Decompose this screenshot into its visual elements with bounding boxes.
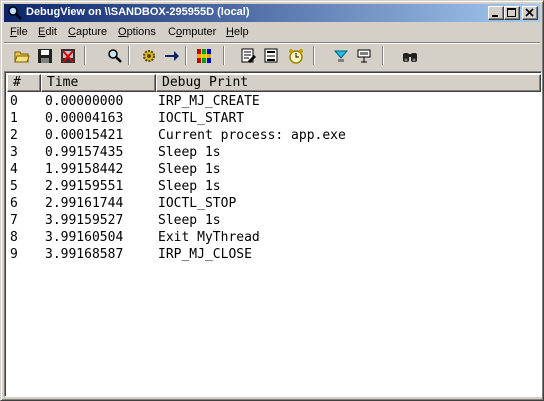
- magnifier-icon: [8, 6, 22, 20]
- find-binoculars-icon: [403, 53, 417, 62]
- row-debug-print: IOCTL_START: [158, 111, 245, 126]
- autoscroll-arrow-icon: [165, 51, 179, 61]
- row-debug-print: Sleep 1s: [158, 162, 221, 177]
- row-time: 2.99161744: [45, 196, 124, 211]
- list-header: # Time Debug Print: [7, 74, 541, 92]
- maximize-icon: [507, 8, 516, 17]
- menu-computer[interactable]: Computer: [168, 26, 216, 38]
- table-row[interactable]: 6 2.99161744 IOCTL_STOP: [7, 195, 541, 212]
- toolbar-separator: [128, 46, 130, 65]
- table-row[interactable]: 4 1.99158442 Sleep 1s: [7, 161, 541, 178]
- save-icon: [38, 49, 52, 63]
- toolbar-separator: [84, 46, 86, 65]
- toolbar-separator: [313, 46, 315, 65]
- row-time: 3.99168587: [45, 247, 124, 262]
- row-number: 8: [10, 230, 18, 245]
- row-debug-print: Exit MyThread: [158, 230, 260, 245]
- row-number: 9: [10, 247, 18, 262]
- capture-win32-icon: [197, 49, 211, 63]
- close-button[interactable]: [522, 6, 538, 20]
- find-button[interactable]: [399, 45, 421, 67]
- row-debug-print: IRP_MJ_CLOSE: [158, 247, 252, 262]
- clear-display-icon: [61, 49, 75, 63]
- toolbar-separator: [382, 46, 384, 65]
- highlight-button[interactable]: [238, 45, 260, 67]
- row-time: 3.99159527: [45, 213, 124, 228]
- row-number: 4: [10, 162, 18, 177]
- column-header-number[interactable]: #: [7, 74, 41, 92]
- row-number: 2: [10, 128, 18, 143]
- maximize-button[interactable]: [504, 6, 520, 20]
- row-time: 2.99159551: [45, 179, 124, 194]
- menu-file[interactable]: File: [10, 26, 28, 38]
- open-folder-icon: [14, 51, 30, 63]
- save-button[interactable]: [34, 45, 56, 67]
- row-time: 0.99157435: [45, 145, 124, 160]
- minimize-button[interactable]: [488, 6, 504, 20]
- capture-kernel-button[interactable]: [138, 45, 160, 67]
- table-row[interactable]: 1 0.00004163 IOCTL_START: [7, 110, 541, 127]
- title-bar[interactable]: DebugView on \\SANDBOX-295955D (local): [4, 4, 540, 22]
- row-number: 1: [10, 111, 18, 126]
- autoscroll-button[interactable]: [161, 45, 183, 67]
- row-number: 7: [10, 213, 18, 228]
- open-button[interactable]: [11, 45, 33, 67]
- minimize-icon: [492, 15, 498, 17]
- table-row[interactable]: 7 3.99159527 Sleep 1s: [7, 212, 541, 229]
- row-number: 0: [10, 94, 18, 109]
- row-number: 5: [10, 179, 18, 194]
- row-debug-print: Sleep 1s: [158, 213, 221, 228]
- table-row[interactable]: 9 3.99168587 IRP_MJ_CLOSE: [7, 246, 541, 263]
- menu-bar: File Edit Capture Options Computer Help: [4, 23, 540, 42]
- clock-time-button[interactable]: [285, 45, 307, 67]
- row-debug-print: IOCTL_STOP: [158, 196, 237, 211]
- table-row[interactable]: 3 0.99157435 Sleep 1s: [7, 144, 541, 161]
- connect-button[interactable]: [353, 45, 375, 67]
- column-header-time[interactable]: Time: [41, 74, 156, 92]
- row-time: 0.00015421: [45, 128, 124, 143]
- highlight-icon: [241, 48, 256, 63]
- row-time: 3.99160504: [45, 230, 124, 245]
- table-row[interactable]: 8 3.99160504 Exit MyThread: [7, 229, 541, 246]
- table-row[interactable]: 5 2.99159551 Sleep 1s: [7, 178, 541, 195]
- menu-capture[interactable]: Capture: [68, 26, 107, 38]
- filter-icon: [264, 48, 278, 63]
- capture-kernel-gear-icon: [143, 50, 155, 62]
- row-debug-print: Current process: app.exe: [158, 128, 346, 143]
- table-row[interactable]: 0 0.00000000 IRP_MJ_CREATE: [7, 93, 541, 110]
- table-row[interactable]: 2 0.00015421 Current process: app.exe: [7, 127, 541, 144]
- row-number: 6: [10, 196, 18, 211]
- debug-output-list[interactable]: # Time Debug Print 0 0.00000000 IRP_MJ_CRE…: [4, 71, 542, 397]
- row-time: 0.00000000: [45, 94, 124, 109]
- row-debug-print: Sleep 1s: [158, 145, 221, 160]
- row-debug-print: Sleep 1s: [158, 179, 221, 194]
- row-number: 3: [10, 145, 18, 160]
- window-title: DebugView on \\SANDBOX-295955D (local): [26, 6, 250, 18]
- menu-options[interactable]: Options: [118, 26, 156, 38]
- menu-help[interactable]: Help: [226, 26, 249, 38]
- filter-button[interactable]: [261, 45, 283, 67]
- connect-icon: [357, 49, 371, 63]
- capture-win32-button[interactable]: [193, 45, 215, 67]
- log-boot-button[interactable]: [330, 45, 352, 67]
- capture-magnifier-icon: [108, 49, 122, 63]
- capture-button[interactable]: [104, 45, 126, 67]
- row-time: 0.00004163: [45, 111, 124, 126]
- log-boot-icon: [333, 50, 349, 62]
- row-debug-print: IRP_MJ_CREATE: [158, 94, 260, 109]
- row-time: 1.99158442: [45, 162, 124, 177]
- toolbar: [4, 44, 540, 68]
- debugview-window: DebugView on \\SANDBOX-295955D (local) F…: [0, 0, 544, 401]
- toolbar-separator: [223, 46, 225, 65]
- clock-time-icon: [289, 49, 303, 64]
- column-header-debug-print[interactable]: Debug Print: [156, 74, 541, 92]
- clear-display-button[interactable]: [57, 45, 79, 67]
- menu-edit[interactable]: Edit: [38, 26, 57, 38]
- close-icon: [525, 8, 534, 17]
- toolbar-separator: [185, 46, 187, 65]
